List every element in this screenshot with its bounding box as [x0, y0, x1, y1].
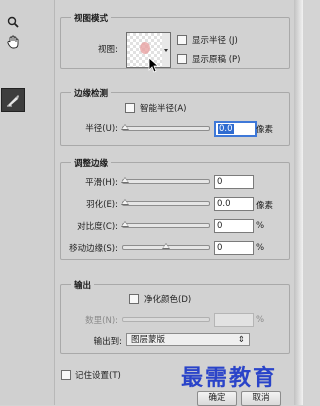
- watermark-text: 最需教育: [181, 365, 278, 391]
- amount-unit: %: [256, 315, 265, 325]
- smart-radius-label: 智能半径(A): [140, 104, 187, 114]
- ok-button[interactable]: 确定: [197, 391, 237, 406]
- feather-slider[interactable]: [121, 199, 210, 206]
- view-mode-group: [60, 17, 290, 69]
- smooth-slider[interactable]: [121, 177, 210, 184]
- output-to-select[interactable]: 图层蒙版 ⇕: [126, 333, 250, 346]
- amount-label: 数里(N):: [85, 316, 118, 326]
- feather-unit: 像素: [256, 201, 274, 211]
- contrast-slider-thumb[interactable]: [121, 221, 129, 227]
- contrast-unit: %: [256, 221, 265, 231]
- dialog-shadow: [294, 0, 303, 405]
- radius-value: 0.0: [218, 124, 234, 134]
- show-radius-checkbox[interactable]: [177, 35, 187, 45]
- tool-column: [0, 0, 54, 405]
- decontaminate-colors-label: 净化颜色(D): [144, 295, 192, 305]
- view-mode-title: 视图模式: [71, 12, 112, 24]
- view-mode-dropdown[interactable]: [162, 32, 171, 68]
- show-radius-label: 显示半径 (J): [192, 36, 238, 46]
- output-title: 输出: [71, 279, 95, 291]
- shift-edge-slider[interactable]: [122, 243, 210, 250]
- show-original-label: 显示原稿 (P): [192, 55, 241, 65]
- output-to-label: 输出到:: [93, 337, 122, 347]
- radius-slider-thumb[interactable]: [121, 124, 129, 130]
- show-original-checkbox[interactable]: [177, 54, 187, 64]
- shift-edge-slider-thumb[interactable]: [162, 243, 170, 249]
- amount-input[interactable]: [214, 313, 254, 327]
- adjust-edge-title: 调整边缘: [71, 157, 112, 169]
- feather-slider-thumb[interactable]: [121, 199, 129, 205]
- radius-unit: 像素: [256, 125, 274, 135]
- refine-radius-tool-icon[interactable]: [1, 88, 25, 112]
- edge-detection-title: 边缘检测: [71, 87, 112, 99]
- radius-label: 半径(U):: [85, 124, 118, 134]
- shift-edge-unit: %: [256, 243, 265, 253]
- view-label: 视图:: [98, 45, 118, 55]
- radius-slider[interactable]: [121, 124, 210, 131]
- mouse-cursor-icon: [148, 57, 160, 76]
- cancel-button[interactable]: 取消: [241, 391, 281, 406]
- amount-slider[interactable]: [122, 317, 210, 322]
- feather-label: 羽化(E):: [86, 200, 118, 210]
- hand-tool-icon[interactable]: [5, 34, 21, 50]
- remember-settings-checkbox[interactable]: [61, 370, 71, 380]
- decontaminate-colors-checkbox[interactable]: [129, 294, 139, 304]
- shift-edge-input[interactable]: 0: [214, 241, 254, 255]
- smooth-slider-thumb[interactable]: [121, 177, 129, 183]
- smart-radius-checkbox[interactable]: [125, 103, 135, 113]
- output-to-value: 图层蒙版: [131, 335, 166, 345]
- contrast-slider[interactable]: [121, 221, 210, 228]
- shift-edge-label: 移动边缘(S):: [69, 244, 118, 254]
- smooth-label: 平滑(H):: [85, 178, 118, 188]
- contrast-label: 对比度(C):: [77, 222, 118, 232]
- edge-detection-group: [60, 92, 290, 146]
- remember-settings-label: 记住设置(T): [75, 371, 121, 381]
- smooth-input[interactable]: 0: [214, 175, 254, 189]
- feather-input[interactable]: 0.0: [214, 197, 254, 211]
- contrast-input[interactable]: 0: [214, 219, 254, 233]
- zoom-tool-icon[interactable]: [5, 14, 21, 30]
- select-arrows-icon: ⇕: [237, 335, 245, 345]
- radius-input[interactable]: 0.0: [214, 121, 257, 137]
